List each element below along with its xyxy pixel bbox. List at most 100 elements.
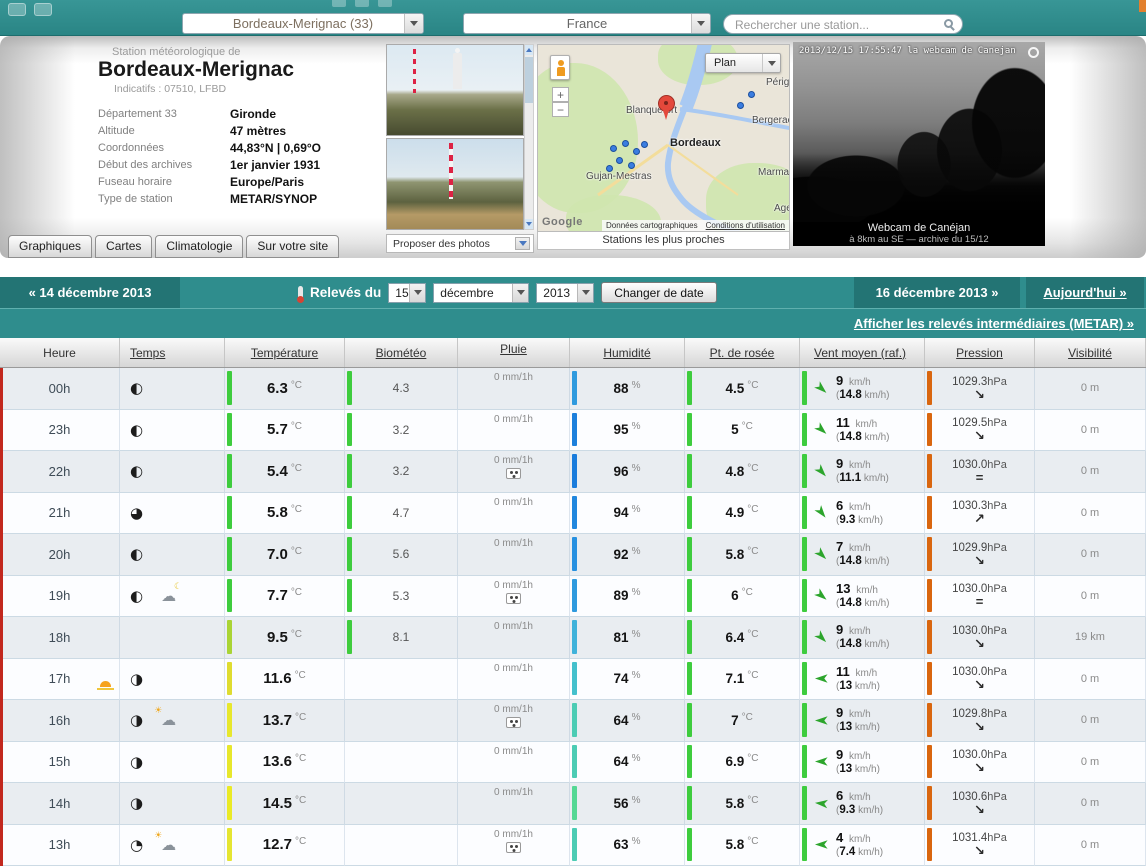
search-icon[interactable] [944,19,953,28]
hour-cell[interactable]: 20h [0,534,120,576]
topbar-icon [355,0,369,7]
col-header-rosee[interactable]: Pt. de rosée [685,338,800,367]
dewpoint-scale-bar [687,496,692,530]
chevron-down-icon[interactable] [515,237,530,250]
hour-cell[interactable]: 15h [0,742,120,784]
temperature-cell: 6.3°C [225,368,345,410]
webcam-subtitle: à 8km au SE — archive du 15/12 [793,235,1045,245]
chevron-down-icon[interactable] [409,284,425,302]
webcam-expand-icon[interactable] [1028,47,1039,58]
hour-cell[interactable]: 17h [0,659,120,701]
map-type-button[interactable]: Plan [705,53,781,73]
nearest-stations-caption[interactable]: Stations les plus proches [537,232,790,250]
table-row: 20h◐7.0°C5.60 mm/1h92%5.8°C7 km/h(14.8 k… [0,534,1146,576]
metar-link[interactable]: Afficher les relevés intermédiaires (MET… [854,309,1134,338]
moon-first-quarter-icon: ◐ [130,421,143,439]
wind-gust-line: (13 km/h) [836,763,880,776]
prev-day-link[interactable]: « 14 décembre 2013 [0,277,180,308]
station-marker-icon[interactable] [633,148,640,155]
visibility-cell: 0 m [1035,742,1146,784]
station-detail-row: Type de stationMETAR/SYNOP [98,190,398,207]
moon-last-quarter-icon: ◑ [130,753,143,771]
country-select[interactable]: France [463,13,711,34]
temperature-scale-bar [227,703,232,737]
station-photo[interactable] [386,44,524,136]
station-marker-icon[interactable] [622,140,629,147]
pressure-cell: 1030.0hPa↘ [925,659,1035,701]
wind-gust-value: 14.8 [839,597,861,609]
hour-cell[interactable]: 13h [0,825,120,866]
hour-cell[interactable]: 19h [0,576,120,618]
next-day-link[interactable]: 16 décembre 2013 » [854,277,1020,308]
chevron-down-icon[interactable] [762,54,780,72]
rain-gauge-dots [510,471,513,474]
map-canvas[interactable]: + − Plan Google Données cartographiques … [537,44,790,232]
rain-gauge-icon[interactable] [506,842,521,853]
humidity-unit: % [632,712,641,723]
topbar-icon[interactable] [8,3,26,16]
col-header-temps[interactable]: Temps [120,338,225,367]
station-marker-icon[interactable] [610,145,617,152]
station-marker-icon[interactable] [616,157,623,164]
chevron-down-icon[interactable] [512,284,528,302]
day-select[interactable]: 15 [388,283,426,303]
topbar-icon[interactable] [34,3,52,16]
station-marker-icon[interactable] [606,165,613,172]
biometeo-value: 4.3 [393,381,410,395]
year-select[interactable]: 2013 [536,283,594,303]
webcam[interactable]: 2013/12/15 17:55:47 la webcam de Canejan… [793,42,1045,246]
rain-gauge-icon[interactable] [506,593,521,604]
propose-photos-button[interactable]: Proposer des photos [386,234,534,253]
wind-values: 7 km/h(14.8 km/h) [836,540,890,568]
chevron-down-icon[interactable] [577,284,593,302]
webcam-image[interactable]: 2013/12/15 17:55:47 la webcam de Canejan [793,42,1045,222]
station-marker-icon[interactable] [641,141,648,148]
col-header-hum[interactable]: Humidité [570,338,685,367]
chevron-down-icon[interactable] [691,14,710,33]
hour-cell[interactable]: 16h [0,700,120,742]
zoom-in-button[interactable]: + [552,87,569,102]
station-marker-icon[interactable] [748,91,755,98]
tab-climatologie[interactable]: Climatologie [155,235,243,258]
station-photo[interactable] [386,138,524,230]
rain-gauge-icon[interactable] [506,717,521,728]
col-header-vis[interactable]: Visibilité [1035,338,1146,367]
col-header-vent[interactable]: Vent moyen (raf.) [800,338,925,367]
col-header-temp[interactable]: Température [225,338,345,367]
tab-cartes[interactable]: Cartes [95,235,152,258]
hour-cell[interactable]: 14h [0,783,120,825]
hour-cell[interactable]: 00h [0,368,120,410]
col-header-bio[interactable]: Biométéo [345,338,458,367]
chevron-down-icon[interactable] [404,14,423,33]
tab-sur-votre-site[interactable]: Sur votre site [246,235,339,258]
month-select[interactable]: décembre [433,283,529,303]
scroll-down-icon[interactable] [525,219,533,229]
wind-cell: 11 km/h(14.8 km/h) [800,410,925,452]
zoom-out-button[interactable]: − [552,102,569,117]
photos-scrollbar[interactable] [524,44,534,230]
pegman-icon[interactable] [550,55,570,80]
detail-value: Gironde [230,107,276,121]
station-marker-icon[interactable] [737,102,744,109]
map[interactable]: + − Plan Google Données cartographiques … [537,44,790,252]
scrollbar-thumb[interactable] [525,57,533,103]
station-select[interactable]: Bordeaux-Merignac (33) [182,13,424,34]
today-link[interactable]: Aujourd'hui » [1026,277,1144,308]
hour-cell[interactable]: 23h [0,410,120,452]
hour-cell[interactable]: 18h [0,617,120,659]
map-pin-icon[interactable] [658,95,675,112]
tab-graphiques[interactable]: Graphiques [8,235,92,258]
search-input[interactable]: Rechercher une station... [723,14,963,34]
change-date-button[interactable]: Changer de date [601,282,716,303]
col-header-pres[interactable]: Pression [925,338,1035,367]
visibility-value: 0 m [1081,507,1099,519]
hour-cell[interactable]: 22h [0,451,120,493]
scroll-up-icon[interactable] [525,45,533,55]
dewpoint-cell: 5°C [685,410,800,452]
hour-cell[interactable]: 21h [0,493,120,535]
col-header-pluie[interactable]: Pluie [458,338,570,367]
dewpoint-scale-bar [687,703,692,737]
map-terms-link[interactable]: Conditions d'utilisation [706,221,785,230]
station-marker-icon[interactable] [628,162,635,169]
rain-gauge-icon[interactable] [506,468,521,479]
